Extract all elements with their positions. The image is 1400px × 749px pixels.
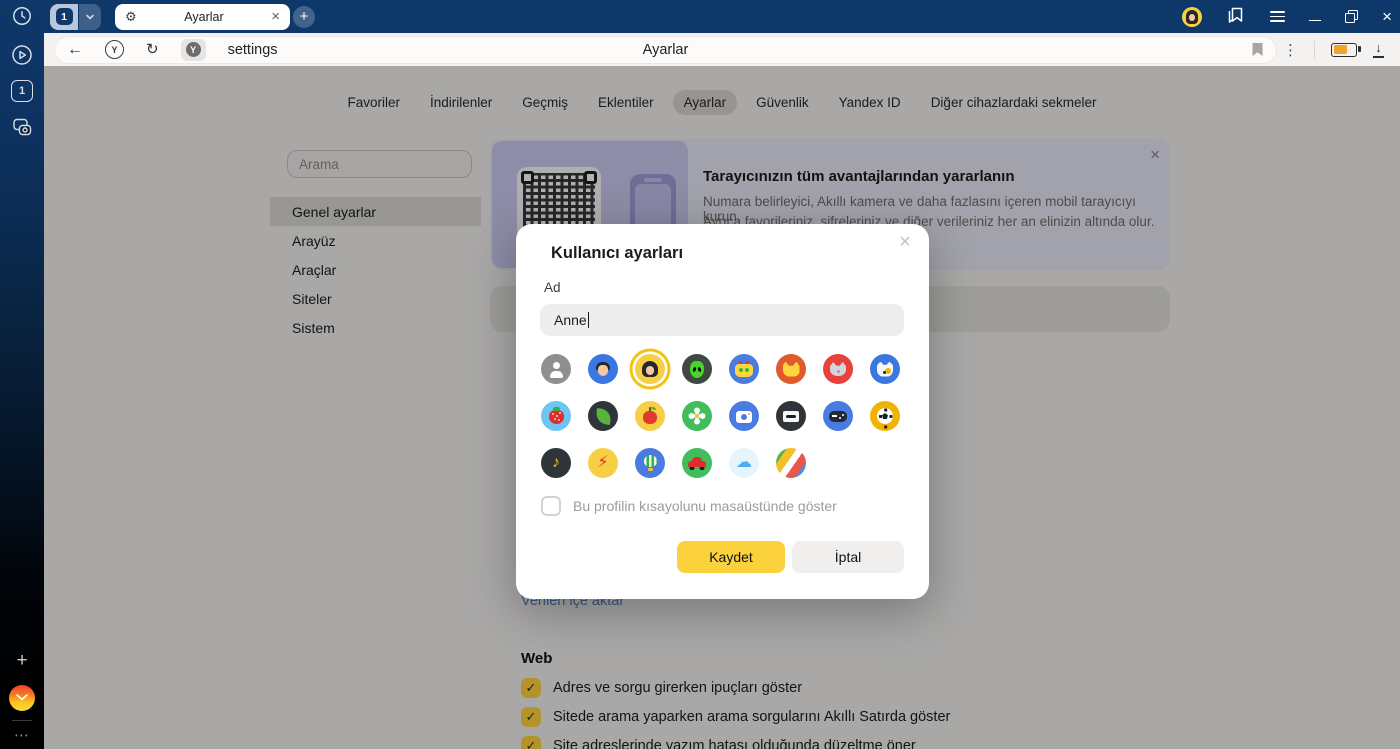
screenshot-icon[interactable] bbox=[0, 116, 44, 139]
avatar-fox-icon bbox=[783, 362, 800, 377]
avatar-strawberry-icon bbox=[549, 410, 564, 424]
gear-icon: ⚙ bbox=[125, 10, 137, 23]
name-input[interactable]: Anne bbox=[540, 304, 904, 336]
avatar-colorful[interactable] bbox=[776, 448, 806, 478]
avatar-fox[interactable] bbox=[776, 354, 806, 384]
tab-close-icon[interactable]: × bbox=[271, 9, 280, 24]
avatar-leaf-icon bbox=[595, 408, 612, 425]
avatar-lightning-glyph: ⚡ bbox=[597, 455, 608, 471]
avatar-dog[interactable] bbox=[870, 354, 900, 384]
menu-icon[interactable] bbox=[1270, 11, 1285, 22]
name-input-value: Anne bbox=[554, 312, 587, 328]
avatar-flower-icon bbox=[694, 413, 700, 419]
play-media-icon[interactable] bbox=[0, 43, 44, 67]
save-button[interactable]: Kaydet bbox=[677, 541, 785, 573]
yandex-mail-icon[interactable] bbox=[0, 685, 44, 711]
avatar-man[interactable] bbox=[588, 354, 618, 384]
avatar-camera[interactable] bbox=[729, 401, 759, 431]
avatar-weather-glyph: ☁ bbox=[736, 455, 752, 471]
avatar-car[interactable] bbox=[682, 448, 712, 478]
reload-icon[interactable]: ↻ bbox=[146, 42, 159, 57]
tab-bar: 1 ⚙ Ayarlar × + × bbox=[44, 0, 1400, 33]
avatar-balloon[interactable] bbox=[635, 448, 665, 478]
avatar-woman[interactable] bbox=[635, 354, 665, 384]
avatar-strawberry[interactable] bbox=[541, 401, 571, 431]
name-field-label: Ad bbox=[544, 280, 561, 295]
new-tab-button[interactable]: + bbox=[293, 6, 315, 28]
avatar-robot-icon bbox=[735, 364, 753, 377]
avatar-cassette[interactable] bbox=[776, 401, 806, 431]
avatar-lightning[interactable]: ⚡ bbox=[588, 448, 618, 478]
browser-side-panel: 1 + ⋯ bbox=[0, 0, 44, 749]
yandex-button-icon[interactable]: Y bbox=[105, 40, 124, 59]
bookmark-flag-icon[interactable] bbox=[1251, 42, 1264, 62]
tabs-count-icon[interactable]: 1 bbox=[0, 80, 44, 102]
avatar-apple[interactable] bbox=[635, 401, 665, 431]
avatar-gamepad-icon bbox=[829, 411, 847, 422]
avatar-football[interactable] bbox=[870, 401, 900, 431]
kebab-menu-icon[interactable]: ⋮ bbox=[1283, 41, 1298, 59]
tabs-count-badge: 1 bbox=[11, 80, 33, 102]
user-settings-dialog: Kullanıcı ayarları × Ad Anne ♪ ⚡ ☁ Bu prof… bbox=[516, 224, 929, 599]
avatar-woman-icon bbox=[642, 361, 658, 377]
avatar-robot[interactable] bbox=[729, 354, 759, 384]
cancel-button[interactable]: İptal bbox=[792, 541, 904, 573]
tab-group-chip[interactable]: 1 bbox=[50, 4, 101, 30]
battery-icon[interactable] bbox=[1331, 43, 1357, 57]
avatar-cassette-icon bbox=[783, 411, 799, 422]
avatar-person-icon bbox=[548, 361, 565, 378]
toolbar: ← Y ↻ Y settings Ayarlar ⋮ ↓ bbox=[44, 33, 1400, 66]
avatar-person[interactable] bbox=[541, 354, 571, 384]
text-caret bbox=[588, 312, 589, 328]
close-window-icon[interactable]: × bbox=[1382, 8, 1392, 25]
history-icon[interactable] bbox=[0, 5, 44, 27]
avatar-alien-icon bbox=[690, 361, 704, 378]
avatar-alien[interactable] bbox=[682, 354, 712, 384]
chevron-down-icon[interactable] bbox=[79, 4, 101, 30]
desktop-shortcut-label: Bu profilin kısayolunu masaüstünde göste… bbox=[573, 498, 837, 514]
address-bar[interactable]: ← Y ↻ Y settings Ayarlar bbox=[55, 37, 1276, 63]
restore-window-icon[interactable] bbox=[1345, 10, 1358, 23]
avatar-balloon-icon bbox=[644, 455, 657, 471]
active-tab[interactable]: ⚙ Ayarlar × bbox=[115, 4, 290, 30]
avatar-music[interactable]: ♪ bbox=[541, 448, 571, 478]
avatar-apple-icon bbox=[643, 411, 657, 424]
minimize-icon[interactable] bbox=[1309, 20, 1321, 22]
sidebar-add-icon[interactable]: + bbox=[0, 650, 44, 672]
download-icon[interactable]: ↓ bbox=[1373, 41, 1384, 57]
avatar-flower[interactable] bbox=[682, 401, 712, 431]
avatar-football-icon bbox=[877, 408, 893, 424]
avatar-gamepad[interactable] bbox=[823, 401, 853, 431]
site-favicon: Y bbox=[181, 39, 206, 61]
avatar-car-icon bbox=[688, 457, 706, 470]
sidebar-more-icon[interactable]: ⋯ bbox=[0, 726, 44, 744]
avatar-music-glyph: ♪ bbox=[552, 455, 560, 471]
tab-group-count: 1 bbox=[56, 8, 73, 25]
tab-title: Ayarlar bbox=[137, 10, 272, 24]
avatar-colorful-icon bbox=[776, 448, 806, 478]
toolbar-divider bbox=[1314, 41, 1315, 59]
avatar-leaf[interactable] bbox=[588, 401, 618, 431]
avatar-cat-icon bbox=[830, 362, 846, 376]
avatar-weather[interactable]: ☁ bbox=[729, 448, 759, 478]
dialog-title: Kullanıcı ayarları bbox=[551, 244, 683, 263]
tab-group-badge: 1 bbox=[50, 4, 78, 30]
bookmarks-icon[interactable] bbox=[1226, 5, 1246, 29]
avatar-man-icon bbox=[596, 362, 610, 377]
dialog-close-icon[interactable]: × bbox=[895, 232, 915, 252]
avatar-grid: ♪ ⚡ ☁ bbox=[541, 354, 907, 478]
desktop-shortcut-row: Bu profilin kısayolunu masaüstünde göste… bbox=[541, 496, 837, 516]
avatar-cat[interactable] bbox=[823, 354, 853, 384]
profile-avatar[interactable] bbox=[1182, 7, 1202, 27]
desktop-shortcut-checkbox[interactable] bbox=[541, 496, 561, 516]
avatar-dog-icon bbox=[877, 362, 893, 377]
avatar-camera-icon bbox=[736, 411, 752, 423]
browser-window: 1 + ⋯ 1 ⚙ Ayarlar × + × bbox=[0, 0, 1400, 749]
back-icon[interactable]: ← bbox=[67, 42, 83, 58]
url-text[interactable]: settings bbox=[228, 42, 278, 58]
favicon-letter: Y bbox=[186, 42, 201, 57]
sidebar-divider bbox=[12, 720, 32, 721]
